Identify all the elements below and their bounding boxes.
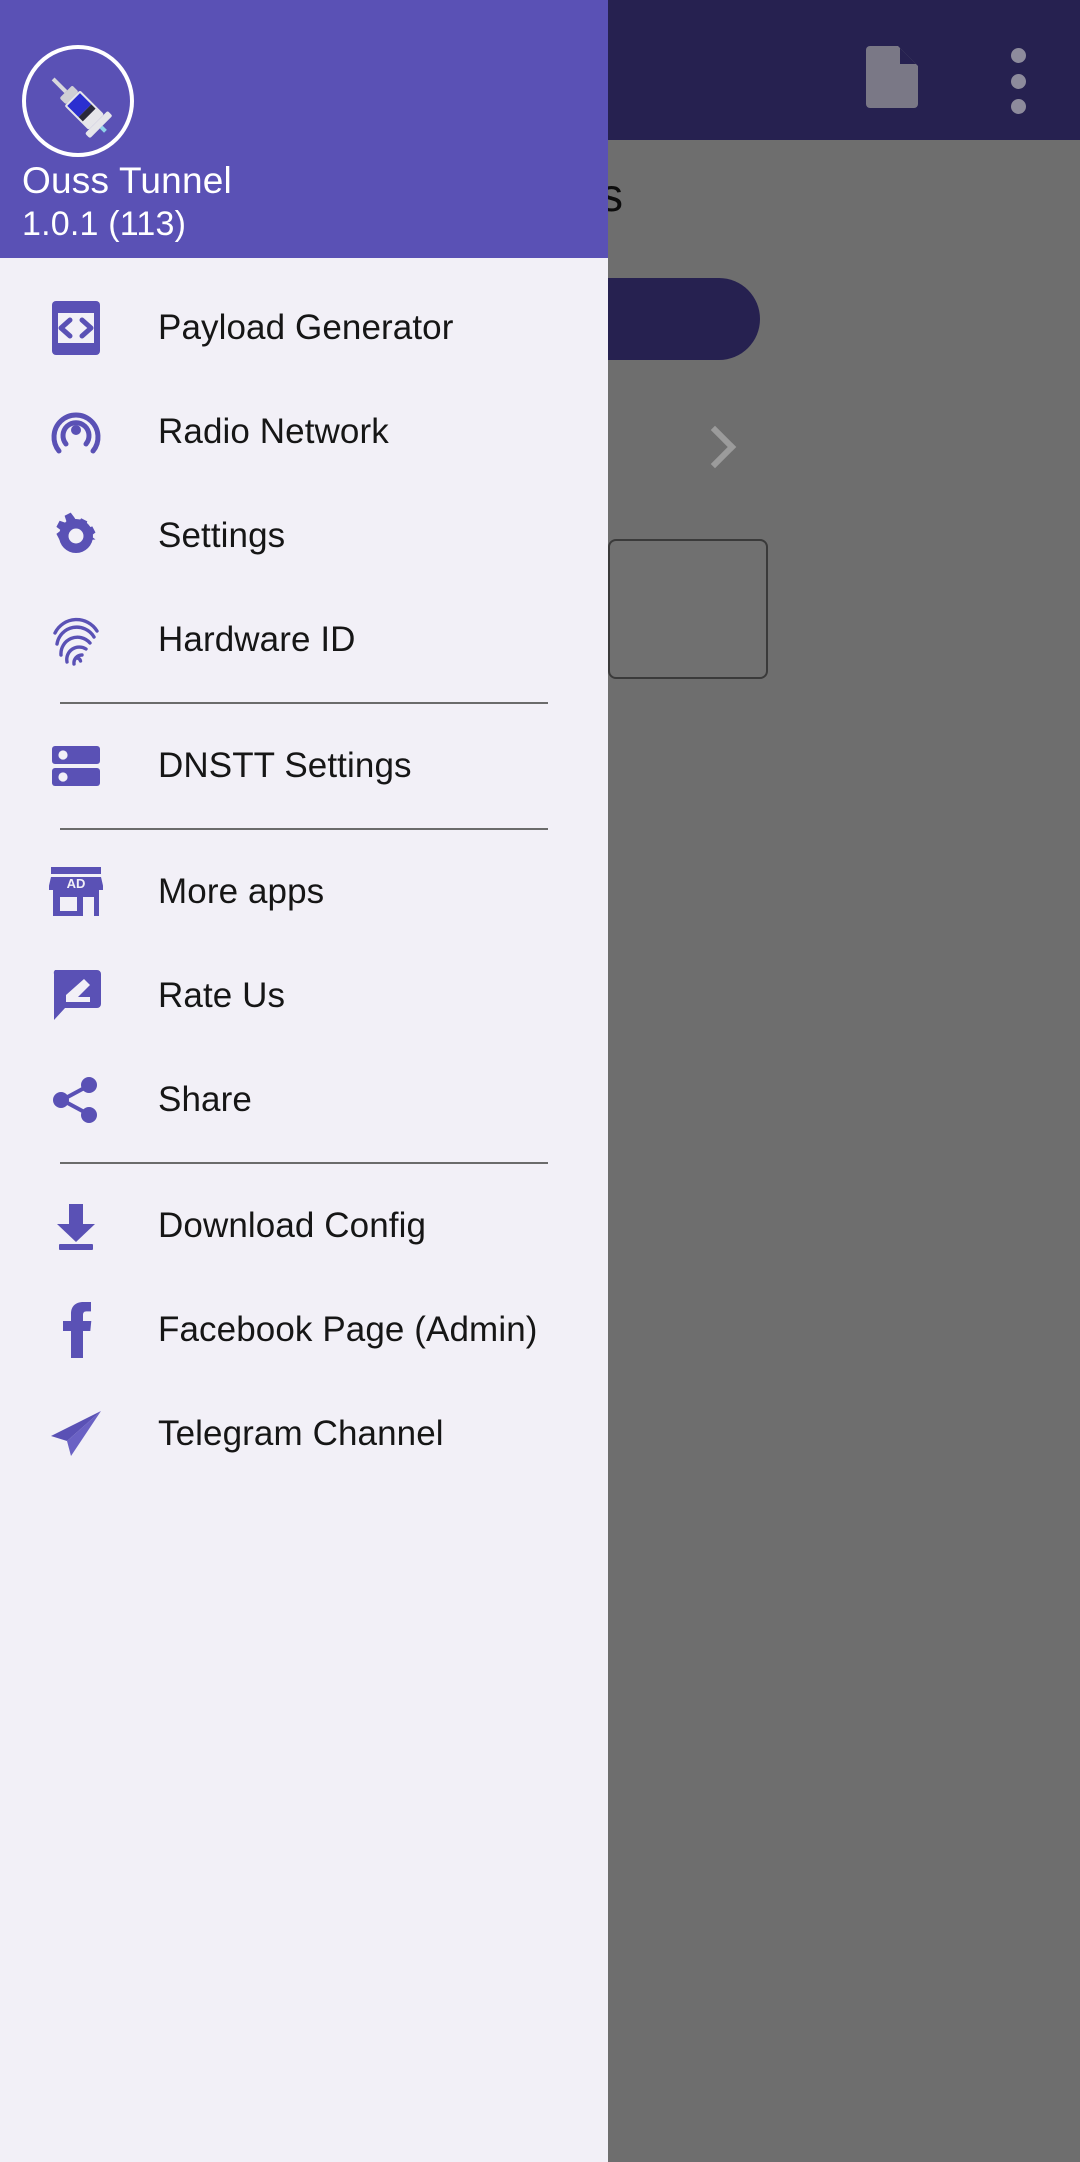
menu-item-label: More apps <box>158 872 325 911</box>
config-card[interactable] <box>608 539 768 679</box>
overflow-dot <box>1010 99 1026 114</box>
menu-item-label: Radio Network <box>158 412 389 451</box>
review-edit-icon <box>48 968 104 1024</box>
drawer-menu: Payload Generator Radio Network Settings… <box>0 258 608 1486</box>
chevron-right-icon[interactable] <box>693 425 737 469</box>
server-icon <box>48 738 104 794</box>
menu-item-more-apps[interactable]: AD More apps <box>0 840 608 944</box>
menu-item-label: DNSTT Settings <box>158 746 412 785</box>
menu-item-label: Telegram Channel <box>158 1414 444 1453</box>
navigation-drawer: Ouss Tunnel 1.0.1 (113) Payload Generato… <box>0 0 608 2162</box>
menu-item-download-config[interactable]: Download Config <box>0 1174 608 1278</box>
overflow-menu-icon[interactable] <box>1005 48 1031 114</box>
menu-item-label: Settings <box>158 516 286 555</box>
menu-item-label: Download Config <box>158 1206 427 1245</box>
menu-item-label: Share <box>158 1080 252 1119</box>
menu-divider <box>60 1162 548 1164</box>
menu-item-label: Facebook Page (Admin) <box>158 1310 538 1349</box>
overflow-dot <box>1010 73 1026 89</box>
menu-item-hardware-id[interactable]: Hardware ID <box>0 588 608 692</box>
menu-item-telegram-channel[interactable]: Telegram Channel <box>0 1382 608 1486</box>
fingerprint-icon <box>48 612 104 668</box>
broadcast-icon <box>48 404 104 460</box>
overflow-dot <box>1010 48 1026 63</box>
facebook-icon <box>48 1302 104 1358</box>
menu-item-label: Hardware ID <box>158 620 356 659</box>
gear-icon <box>48 508 104 564</box>
menu-item-payload-generator[interactable]: Payload Generator <box>0 276 608 380</box>
menu-item-label: Rate Us <box>158 976 286 1015</box>
connect-pill-button[interactable] <box>600 278 760 360</box>
store-ad-icon: AD <box>48 864 104 920</box>
menu-item-rate-us[interactable]: Rate Us <box>0 944 608 1048</box>
menu-item-radio-network[interactable]: Radio Network <box>0 380 608 484</box>
menu-divider <box>60 702 548 704</box>
syringe-icon <box>22 45 134 157</box>
drawer-header: Ouss Tunnel 1.0.1 (113) <box>0 0 608 258</box>
menu-item-facebook-page[interactable]: Facebook Page (Admin) <box>0 1278 608 1382</box>
svg-text:AD: AD <box>67 876 86 891</box>
file-document-icon[interactable] <box>866 46 918 108</box>
app-version: 1.0.1 (113) <box>22 205 187 243</box>
menu-divider <box>60 828 548 830</box>
share-icon <box>48 1072 104 1128</box>
telegram-icon <box>48 1406 104 1462</box>
app-name: Ouss Tunnel <box>22 160 232 201</box>
download-icon <box>48 1198 104 1254</box>
menu-item-dnstt-settings[interactable]: DNSTT Settings <box>0 714 608 818</box>
menu-item-label: Payload Generator <box>158 308 454 347</box>
menu-item-share[interactable]: Share <box>0 1048 608 1152</box>
menu-item-settings[interactable]: Settings <box>0 484 608 588</box>
code-phone-icon <box>48 300 104 356</box>
